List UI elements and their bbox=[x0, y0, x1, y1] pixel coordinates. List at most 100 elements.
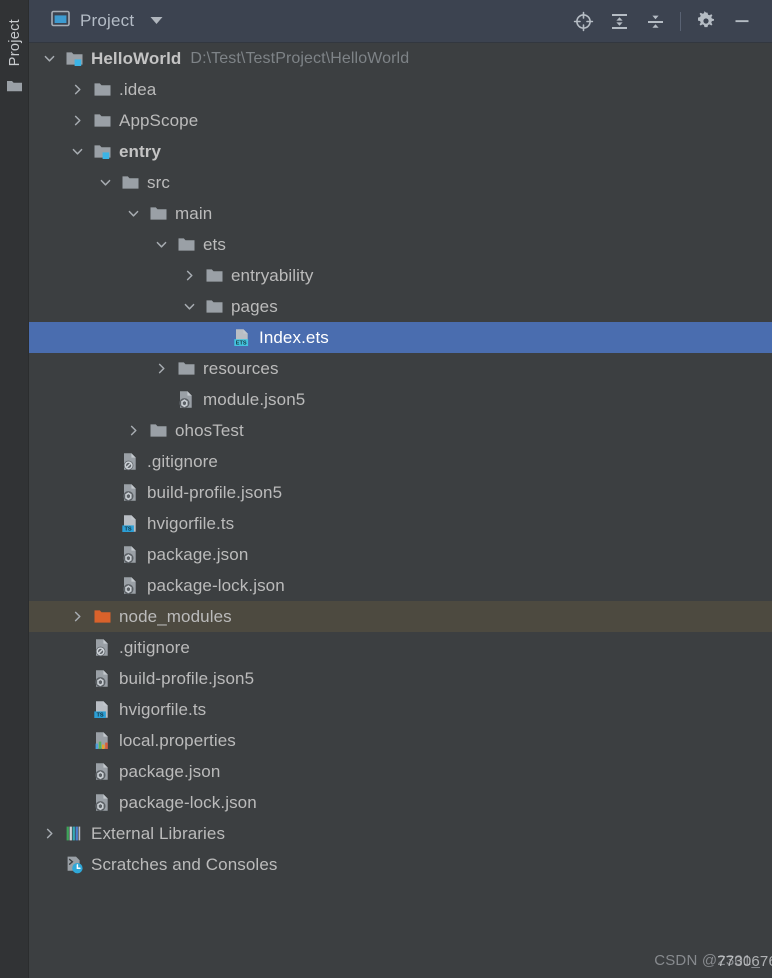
tree-row-label: hvigorfile.ts bbox=[147, 514, 235, 533]
tree-row[interactable]: TS hvigorfile.ts bbox=[29, 508, 772, 539]
svg-text:ETS: ETS bbox=[236, 341, 247, 347]
tree-row-label: module.json5 bbox=[203, 390, 306, 409]
locate-icon[interactable] bbox=[565, 3, 601, 39]
tree-row[interactable]: ets bbox=[29, 229, 772, 260]
tree-row-label: .gitignore bbox=[119, 638, 190, 657]
tree-row[interactable]: entry bbox=[29, 136, 772, 167]
tree-row[interactable]: src bbox=[29, 167, 772, 198]
excluded-folder-icon bbox=[93, 607, 112, 626]
tree-row[interactable]: entryability bbox=[29, 260, 772, 291]
tree-row-label: pages bbox=[231, 297, 278, 316]
chevron-down-icon[interactable] bbox=[150, 12, 163, 30]
folder-icon bbox=[205, 266, 224, 285]
tree-row[interactable]: node_modules bbox=[29, 601, 772, 632]
tree-row-label: HelloWorld bbox=[91, 49, 182, 68]
folder-icon[interactable] bbox=[6, 78, 23, 93]
tool-window-tab-label: Project bbox=[6, 19, 23, 67]
tree-row[interactable]: .gitignore bbox=[29, 632, 772, 663]
tree-row[interactable]: module.json5 bbox=[29, 384, 772, 415]
svg-text:TS: TS bbox=[97, 713, 104, 719]
json-file-icon bbox=[93, 762, 112, 781]
tree-row[interactable]: resources bbox=[29, 353, 772, 384]
gitignore-file-icon bbox=[93, 638, 112, 657]
tree-row[interactable]: ETS Index.ets bbox=[29, 322, 772, 353]
chevron-down-icon[interactable] bbox=[70, 136, 85, 167]
tool-window-tab-project[interactable]: Project bbox=[0, 4, 29, 82]
folder-icon bbox=[93, 111, 112, 130]
folder-icon bbox=[149, 204, 168, 223]
tree-row[interactable]: .gitignore bbox=[29, 446, 772, 477]
project-view-selector[interactable]: Project bbox=[29, 10, 163, 32]
watermark: CSDN @2301_ 77306766 bbox=[654, 952, 772, 970]
tree-row-label: entryability bbox=[231, 266, 314, 285]
tree-row[interactable]: External Libraries bbox=[29, 818, 772, 849]
ts-file-icon: TS bbox=[121, 514, 140, 533]
chevron-right-icon[interactable] bbox=[70, 74, 85, 105]
module-folder-icon bbox=[93, 142, 112, 161]
folder-icon bbox=[205, 297, 224, 316]
folder-icon bbox=[121, 173, 140, 192]
libraries-icon bbox=[65, 824, 84, 843]
minimize-icon[interactable] bbox=[724, 3, 760, 39]
chevron-down-icon[interactable] bbox=[42, 43, 57, 74]
svg-text:TS: TS bbox=[125, 527, 132, 533]
tree-row-label: .gitignore bbox=[147, 452, 218, 471]
json-file-icon bbox=[121, 576, 140, 595]
tree-row-label: hvigorfile.ts bbox=[119, 700, 207, 719]
tree-row-label: External Libraries bbox=[91, 824, 226, 843]
chevron-right-icon[interactable] bbox=[182, 260, 197, 291]
chevron-right-icon[interactable] bbox=[42, 818, 57, 849]
tree-row-label: package-lock.json bbox=[119, 793, 257, 812]
tool-window-actions bbox=[565, 3, 772, 39]
tree-row-label: build-profile.json5 bbox=[119, 669, 255, 688]
chevron-down-icon[interactable] bbox=[154, 229, 169, 260]
chevron-right-icon[interactable] bbox=[126, 415, 141, 446]
tree-row[interactable]: package.json bbox=[29, 539, 772, 570]
chevron-right-icon[interactable] bbox=[70, 105, 85, 136]
tree-row-label: local.properties bbox=[119, 731, 236, 750]
chevron-right-icon[interactable] bbox=[70, 601, 85, 632]
tree-row-label: node_modules bbox=[119, 607, 232, 626]
folder-icon bbox=[177, 235, 196, 254]
tree-row[interactable]: TS hvigorfile.ts bbox=[29, 694, 772, 725]
tree-row-label: AppScope bbox=[119, 111, 199, 130]
chevron-down-icon[interactable] bbox=[126, 198, 141, 229]
tree-row-label: package.json bbox=[119, 762, 221, 781]
project-view-icon bbox=[51, 10, 70, 32]
json-file-icon bbox=[177, 390, 196, 409]
chevron-down-icon[interactable] bbox=[182, 291, 197, 322]
folder-icon bbox=[177, 359, 196, 378]
tree-row[interactable]: build-profile.json5 bbox=[29, 477, 772, 508]
tree-row[interactable]: ohosTest bbox=[29, 415, 772, 446]
gear-icon[interactable] bbox=[688, 3, 724, 39]
collapse-all-icon[interactable] bbox=[637, 3, 673, 39]
tree-row-label: ets bbox=[203, 235, 226, 254]
chevron-right-icon[interactable] bbox=[154, 353, 169, 384]
tree-row-label: src bbox=[147, 173, 170, 192]
scratches-icon bbox=[65, 855, 84, 874]
json-file-icon bbox=[93, 669, 112, 688]
tree-row[interactable]: package-lock.json bbox=[29, 787, 772, 818]
tree-row[interactable]: local.properties bbox=[29, 725, 772, 756]
folder-icon bbox=[149, 421, 168, 440]
project-tree[interactable]: HelloWorld D:\Test\TestProject\HelloWorld… bbox=[29, 43, 772, 978]
tool-window-strip: Project bbox=[0, 0, 29, 978]
tree-row[interactable]: .idea bbox=[29, 74, 772, 105]
tree-row[interactable]: main bbox=[29, 198, 772, 229]
json-file-icon bbox=[121, 483, 140, 502]
folder-icon bbox=[93, 80, 112, 99]
json-file-icon bbox=[121, 545, 140, 564]
tree-row[interactable]: package.json bbox=[29, 756, 772, 787]
tree-row-label: main bbox=[175, 204, 213, 223]
tree-row[interactable]: AppScope bbox=[29, 105, 772, 136]
tree-row[interactable]: Scratches and Consoles bbox=[29, 849, 772, 880]
tree-row-label: resources bbox=[203, 359, 279, 378]
tree-row-label: package-lock.json bbox=[147, 576, 285, 595]
tree-row[interactable]: package-lock.json bbox=[29, 570, 772, 601]
tree-row[interactable]: HelloWorld D:\Test\TestProject\HelloWorld bbox=[29, 43, 772, 74]
tree-row[interactable]: build-profile.json5 bbox=[29, 663, 772, 694]
expand-all-icon[interactable] bbox=[601, 3, 637, 39]
properties-file-icon bbox=[93, 731, 112, 750]
tree-row[interactable]: pages bbox=[29, 291, 772, 322]
chevron-down-icon[interactable] bbox=[98, 167, 113, 198]
